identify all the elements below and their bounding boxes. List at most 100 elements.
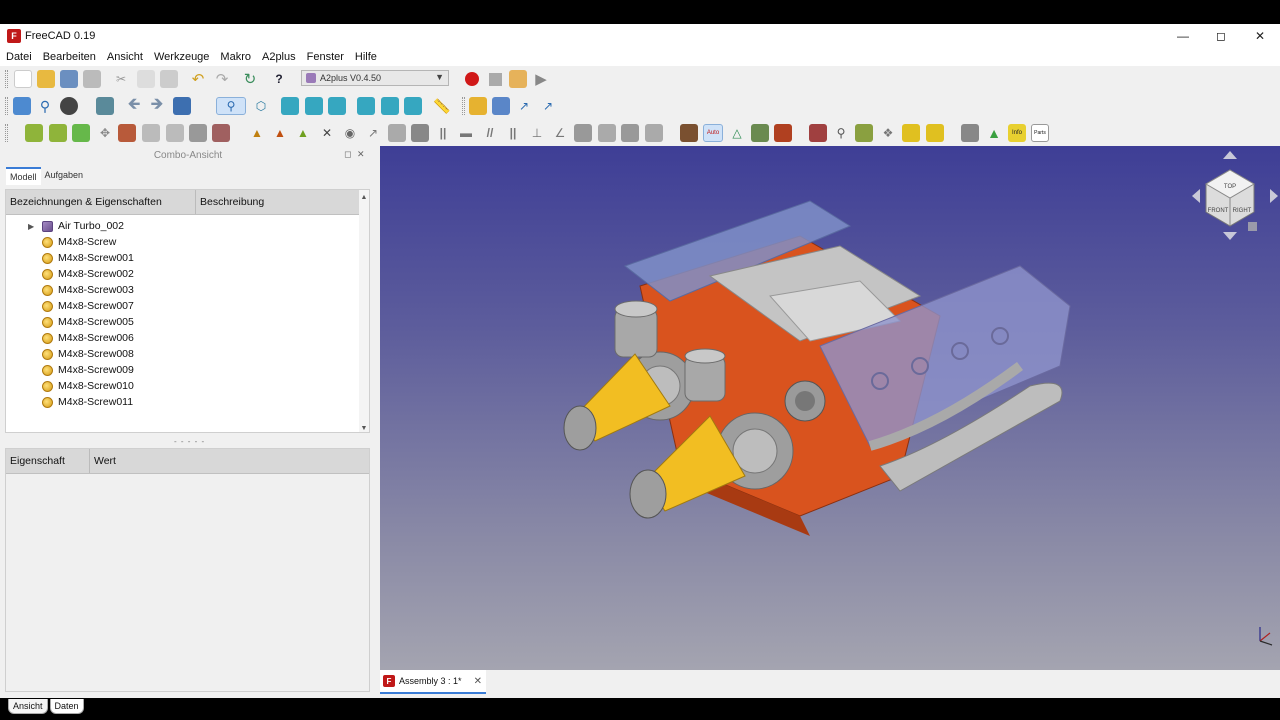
workbench-selector[interactable]: A2plus V0.4.50 ▼	[301, 70, 449, 86]
cylinder-constraint-icon[interactable]	[621, 124, 639, 142]
minimize-button[interactable]: —	[1163, 24, 1203, 47]
show-connected-icon[interactable]	[809, 124, 827, 142]
tree-item[interactable]: M4x8-Screw008	[6, 346, 369, 362]
create-part-icon[interactable]	[469, 97, 487, 115]
flip-direction-icon[interactable]: △	[728, 124, 746, 142]
3d-viewport[interactable]: TOP FRONT RIGHT	[380, 146, 1280, 670]
fit-all-icon[interactable]	[13, 97, 31, 115]
tree-item[interactable]: M4x8-Screw010	[6, 378, 369, 394]
rear-view-icon[interactable]	[357, 97, 375, 115]
bounding-box-icon[interactable]	[96, 97, 114, 115]
point-constraint-icon[interactable]: ▲	[248, 124, 266, 142]
edit-part-2-icon[interactable]	[189, 124, 207, 142]
paste-icon[interactable]	[160, 70, 178, 88]
tab-modell[interactable]: Modell	[6, 167, 41, 185]
new-document-icon[interactable]	[14, 70, 32, 88]
angled-planes-icon[interactable]: ∠	[551, 124, 569, 142]
tree-item[interactable]: M4x8-Screw003	[6, 282, 369, 298]
menu-werkzeuge[interactable]: Werkzeuge	[154, 51, 209, 63]
close-button[interactable]: ✕	[1240, 24, 1280, 47]
isometric-view-icon[interactable]: ⬡	[252, 97, 270, 115]
navicube-top-face[interactable]: TOP	[1224, 184, 1236, 190]
menu-bearbeiten[interactable]: Bearbeiten	[43, 51, 96, 63]
bill-of-materials-icon[interactable]	[961, 124, 979, 142]
right-view-icon[interactable]	[328, 97, 346, 115]
macros-icon[interactable]	[509, 70, 527, 88]
tree-item[interactable]: M4x8-Screw006	[6, 330, 369, 346]
tree-item[interactable]: M4x8-Screw009	[6, 362, 369, 378]
navicube-right-face[interactable]: RIGHT	[1233, 208, 1252, 214]
edit-part-icon[interactable]	[166, 124, 184, 142]
menu-hilfe[interactable]: Hilfe	[355, 51, 377, 63]
delete-constraint-icon[interactable]: ✕	[318, 124, 336, 142]
refresh-icon[interactable]: ↻	[241, 70, 259, 88]
create-group-icon[interactable]	[492, 97, 510, 115]
open-folder-icon[interactable]	[37, 70, 55, 88]
tree-item[interactable]: M4x8-Screw	[6, 234, 369, 250]
convert-part-icon[interactable]	[142, 124, 160, 142]
link-actions-icon[interactable]: ↗	[539, 97, 557, 115]
delete-part-icon[interactable]	[212, 124, 230, 142]
circular-edge-icon[interactable]: ↗	[364, 124, 382, 142]
plane-parallel-icon[interactable]: ▬	[457, 124, 475, 142]
menu-fenster[interactable]: Fenster	[307, 51, 344, 63]
scroll-up-icon[interactable]: ▲	[359, 194, 369, 201]
shape-constraint-icon[interactable]	[645, 124, 663, 142]
point-on-line-icon[interactable]: ▲	[271, 124, 289, 142]
sphere-constraint-icon[interactable]: ◉	[341, 124, 359, 142]
standard-views-icon[interactable]: ⚲	[216, 97, 246, 115]
close-tab-icon[interactable]: ✕	[474, 676, 482, 687]
tree-item[interactable]: ▶ Air Turbo_002	[6, 218, 369, 234]
tree-header-labels[interactable]: Bezeichnungen & Eigenschaften	[6, 190, 196, 214]
menu-a2plus[interactable]: A2plus	[262, 51, 296, 63]
axis-plane-parallel-icon[interactable]: ||	[434, 124, 452, 142]
left-view-icon[interactable]	[404, 97, 422, 115]
close-panel-icon[interactable]: ✕	[357, 149, 365, 160]
cycle-labels-icon[interactable]	[926, 124, 944, 142]
tab-ansicht[interactable]: Ansicht	[8, 699, 48, 714]
plane-center-icon[interactable]	[598, 124, 616, 142]
isolate-part-icon[interactable]: ❖	[879, 124, 897, 142]
plane-offset-icon[interactable]	[574, 124, 592, 142]
measure-distance-icon[interactable]: 📏	[433, 97, 451, 115]
toggle-transparency-icon[interactable]	[855, 124, 873, 142]
menu-makro[interactable]: Makro	[220, 51, 251, 63]
tree-item[interactable]: M4x8-Screw005	[6, 314, 369, 330]
auto-solve-toggle-icon[interactable]: Auto	[703, 124, 723, 142]
back-arrow-icon[interactable]: 🡸	[125, 96, 143, 115]
add-part-copy-icon[interactable]	[49, 124, 67, 142]
fit-selection-icon[interactable]: ⚲	[36, 97, 54, 115]
workbench-switch-icon[interactable]	[173, 97, 191, 115]
draw-style-icon[interactable]	[60, 97, 78, 115]
tree-item[interactable]: M4x8-Screw007	[6, 298, 369, 314]
copy-icon[interactable]	[137, 70, 155, 88]
solve-constraints-icon[interactable]	[680, 124, 698, 142]
show-labels-icon[interactable]	[902, 124, 920, 142]
bottom-view-icon[interactable]	[381, 97, 399, 115]
whats-this-icon[interactable]: ?	[270, 70, 288, 88]
axis-parallel-icon[interactable]	[411, 124, 429, 142]
scroll-down-icon[interactable]: ▼	[359, 425, 369, 432]
print-icon[interactable]	[83, 70, 101, 88]
cut-icon[interactable]: ✂	[112, 70, 130, 88]
expand-arrow-icon[interactable]: ▶	[28, 222, 38, 231]
point-on-plane-icon[interactable]: ▲	[294, 124, 312, 142]
update-imported-parts-icon[interactable]	[72, 124, 90, 142]
add-part-icon[interactable]	[25, 124, 43, 142]
duplicate-part-icon[interactable]	[118, 124, 136, 142]
float-panel-icon[interactable]: ◻	[344, 149, 351, 160]
stop-macro-icon[interactable]	[486, 70, 504, 88]
navicube-front-face[interactable]: FRONT	[1208, 208, 1229, 214]
tree-item[interactable]: M4x8-Screw001	[6, 250, 369, 266]
redo-icon[interactable]: ↷	[213, 70, 231, 88]
panel-splitter[interactable]: - - - - -	[174, 437, 205, 446]
parts-list-icon[interactable]: Parts	[1031, 124, 1049, 142]
tree-scrollbar[interactable]: ▲ ▼	[359, 190, 369, 432]
execute-macro-icon[interactable]: ▶	[532, 70, 550, 88]
menu-ansicht[interactable]: Ansicht	[107, 51, 143, 63]
menu-datei[interactable]: Datei	[6, 51, 32, 63]
tree-header-description[interactable]: Beschreibung	[196, 190, 358, 214]
maximize-button[interactable]: ◻	[1201, 24, 1241, 47]
tree-item[interactable]: M4x8-Screw002	[6, 266, 369, 282]
part-info-icon[interactable]: Info	[1008, 124, 1026, 142]
